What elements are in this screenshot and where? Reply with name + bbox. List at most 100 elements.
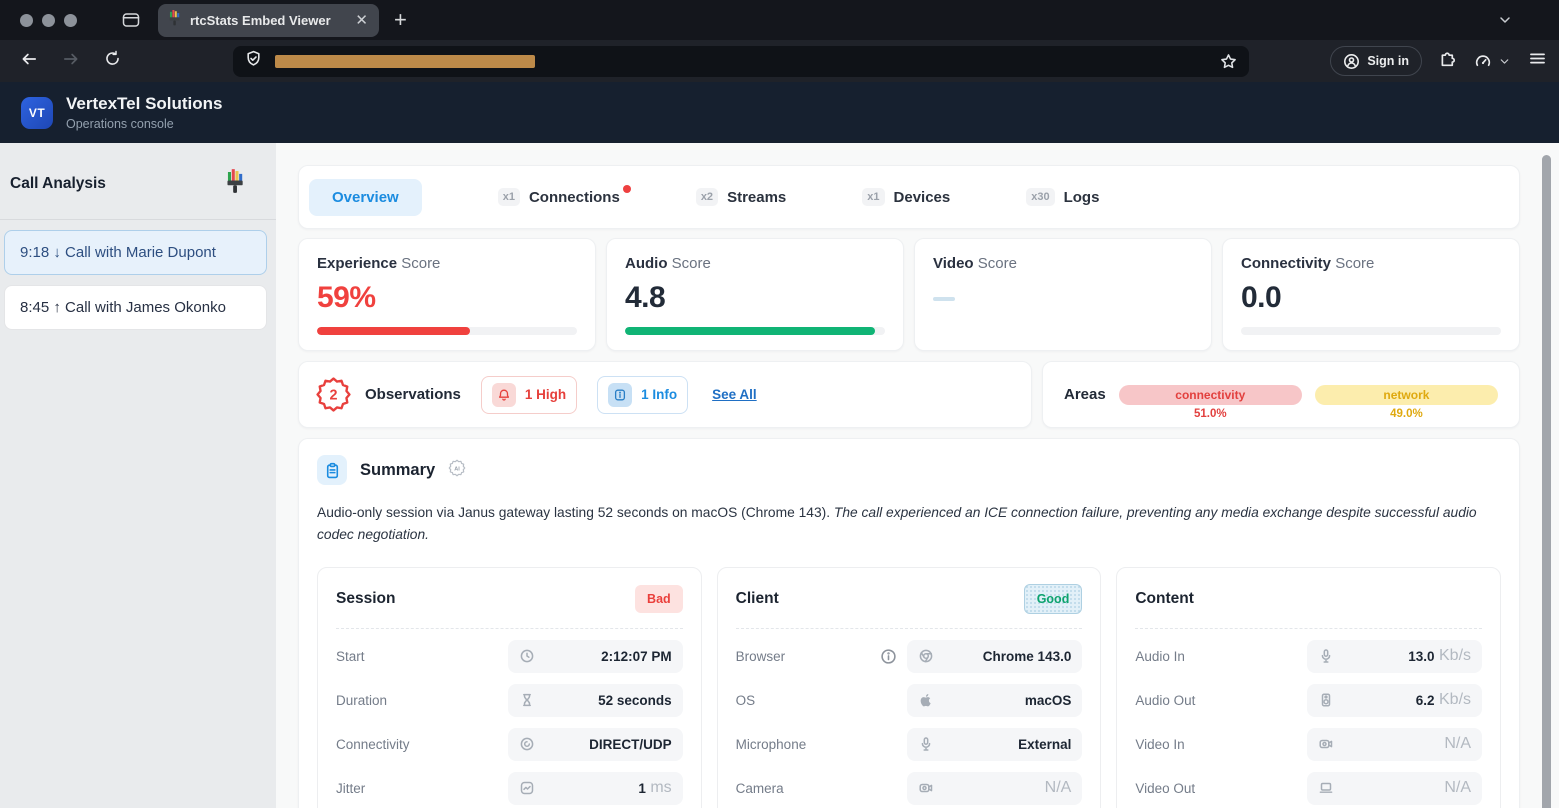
apple-icon: [918, 692, 934, 708]
ai-generated-badge: AI: [448, 459, 466, 482]
shield-icon[interactable]: [245, 50, 262, 72]
tab-devices[interactable]: x1 Devices: [862, 188, 950, 206]
row-label: Microphone: [736, 737, 807, 752]
audio-score-bar: [625, 327, 885, 335]
reload-button[interactable]: [104, 50, 121, 72]
video-out-value-cell: N/A: [1307, 772, 1482, 805]
row-label: Audio Out: [1135, 693, 1195, 708]
tab-connections-label: Connections: [529, 189, 620, 206]
os-value-cell: macOS: [907, 684, 1082, 717]
info-circle-icon[interactable]: [880, 648, 897, 665]
session-status-badge: Bad: [635, 585, 683, 613]
call-list-item-james-okonko[interactable]: 8:45 ↑ Call with James Okonko: [4, 285, 267, 330]
observations-title: Observations: [365, 386, 461, 403]
high-count-label: 1 High: [525, 387, 566, 402]
url-redacted-text: [275, 55, 535, 68]
client-panel: Client Good Browser Chrome 143.0: [717, 567, 1102, 808]
menu-hamburger-icon[interactable]: [1528, 49, 1547, 73]
new-tab-button[interactable]: +: [394, 9, 407, 31]
sign-in-button[interactable]: Sign in: [1330, 46, 1422, 76]
chevron-down-icon[interactable]: [1498, 55, 1511, 68]
content-row-audio-in: Audio In 13.0 Kb/s: [1135, 640, 1482, 673]
camera-icon: [1318, 736, 1334, 752]
content-row-video-in: Video In N/A: [1135, 728, 1482, 761]
microphone-value-cell: External: [907, 728, 1082, 761]
session-row-jitter: Jitter 1 ms: [336, 772, 683, 805]
start-value-cell: 2:12:07 PM: [508, 640, 683, 673]
see-all-link[interactable]: See All: [712, 387, 757, 402]
paintbrush-icon[interactable]: [227, 169, 246, 199]
session-row-connectivity: Connectivity DIRECT/UDP: [336, 728, 683, 761]
content-row-audio-out: Audio Out 6.2 Kb/s: [1135, 684, 1482, 717]
tab-logs-label: Logs: [1064, 189, 1100, 206]
jitter-value-cell: 1 ms: [508, 772, 683, 805]
tab-sidebar-toggle-icon[interactable]: [121, 10, 141, 30]
duration-value: 52 seconds: [598, 693, 672, 708]
video-in-value-cell: N/A: [1307, 728, 1482, 761]
connectivity-score-card: Connectivity Score 0.0: [1222, 238, 1520, 351]
score-word: Score: [1335, 255, 1374, 272]
tab-favicon-brush-icon: [169, 10, 182, 31]
audio-out-value-cell: 6.2 Kb/s: [1307, 684, 1482, 717]
tab-devices-count: x1: [862, 188, 884, 206]
client-row-camera: Camera N/A: [736, 772, 1083, 805]
camera-value-cell: N/A: [907, 772, 1082, 805]
row-label: Connectivity: [336, 737, 410, 752]
area-network-pct: 49.0%: [1315, 408, 1498, 420]
call-list-item-marie-dupont[interactable]: 9:18 ↓ Call with Marie Dupont: [4, 230, 267, 275]
clipboard-icon: [317, 455, 347, 485]
info-icon: [608, 383, 632, 407]
extensions-puzzle-icon[interactable]: [1439, 50, 1457, 73]
connectivity-value-cell: DIRECT/UDP: [508, 728, 683, 761]
content-panel: Content Audio In 13.0 Kb/s Audio Out: [1116, 567, 1501, 808]
video-out-unit: N/A: [1444, 779, 1471, 797]
bell-icon: [492, 383, 516, 407]
tab-logs[interactable]: x30 Logs: [1026, 188, 1099, 206]
high-observations-pill[interactable]: 1 High: [481, 376, 577, 414]
minimize-window-button[interactable]: [42, 14, 55, 27]
client-row-microphone: Microphone External: [736, 728, 1083, 761]
microphone-value: External: [1018, 737, 1071, 752]
observations-count-seal: 2: [315, 376, 352, 413]
jitter-chart-icon: [519, 780, 535, 796]
browser-tab[interactable]: rtcStats Embed Viewer ✕: [158, 4, 379, 37]
tab-connections-count: x1: [498, 188, 520, 206]
row-label: Jitter: [336, 781, 365, 796]
areas-label: Areas: [1064, 386, 1106, 403]
tab-overview[interactable]: Overview: [309, 179, 422, 216]
tab-close-icon[interactable]: ✕: [355, 13, 368, 28]
bookmark-star-icon[interactable]: [1220, 53, 1237, 70]
info-observations-pill[interactable]: 1 Info: [597, 376, 688, 414]
browser-value-cell: Chrome 143.0: [907, 640, 1082, 673]
session-panel: Session Bad Start 2:12:07 PM Duration: [317, 567, 702, 808]
summary-text-normal: Audio-only session via Janus gateway las…: [317, 505, 834, 520]
tab-connections[interactable]: x1 Connections: [498, 188, 620, 206]
main-content: Overview x1 Connections x2 Streams x1 De…: [276, 143, 1559, 808]
forward-button[interactable]: [62, 50, 80, 73]
tab-streams[interactable]: x2 Streams: [696, 188, 786, 206]
performance-gauge-icon[interactable]: [1474, 52, 1511, 70]
close-window-button[interactable]: [20, 14, 33, 27]
audio-score-card: Audio Score 4.8: [606, 238, 904, 351]
url-bar[interactable]: [233, 46, 1249, 77]
zoom-window-button[interactable]: [64, 14, 77, 27]
back-button[interactable]: [20, 50, 38, 73]
row-label: Duration: [336, 693, 387, 708]
jitter-value: 1: [638, 781, 646, 796]
main-scrollbar[interactable]: [1542, 155, 1551, 808]
tab-streams-label: Streams: [727, 189, 786, 206]
connectivity-score-value: 0.0: [1241, 281, 1501, 315]
svg-text:AI: AI: [454, 466, 460, 472]
window-controls[interactable]: [20, 14, 77, 27]
tab-list-chevron-icon[interactable]: [1497, 12, 1513, 33]
clock-icon: [519, 648, 535, 664]
score-name: Experience: [317, 255, 397, 272]
microphone-icon: [918, 736, 934, 752]
video-score-card: Video Score: [914, 238, 1212, 351]
row-label: Browser: [736, 649, 786, 664]
audio-out-value: 6.2: [1416, 693, 1435, 708]
summary-text: Audio-only session via Janus gateway las…: [317, 502, 1501, 546]
chrome-icon: [918, 648, 934, 664]
area-network-pill: network: [1315, 385, 1498, 405]
score-name: Video: [933, 255, 974, 272]
